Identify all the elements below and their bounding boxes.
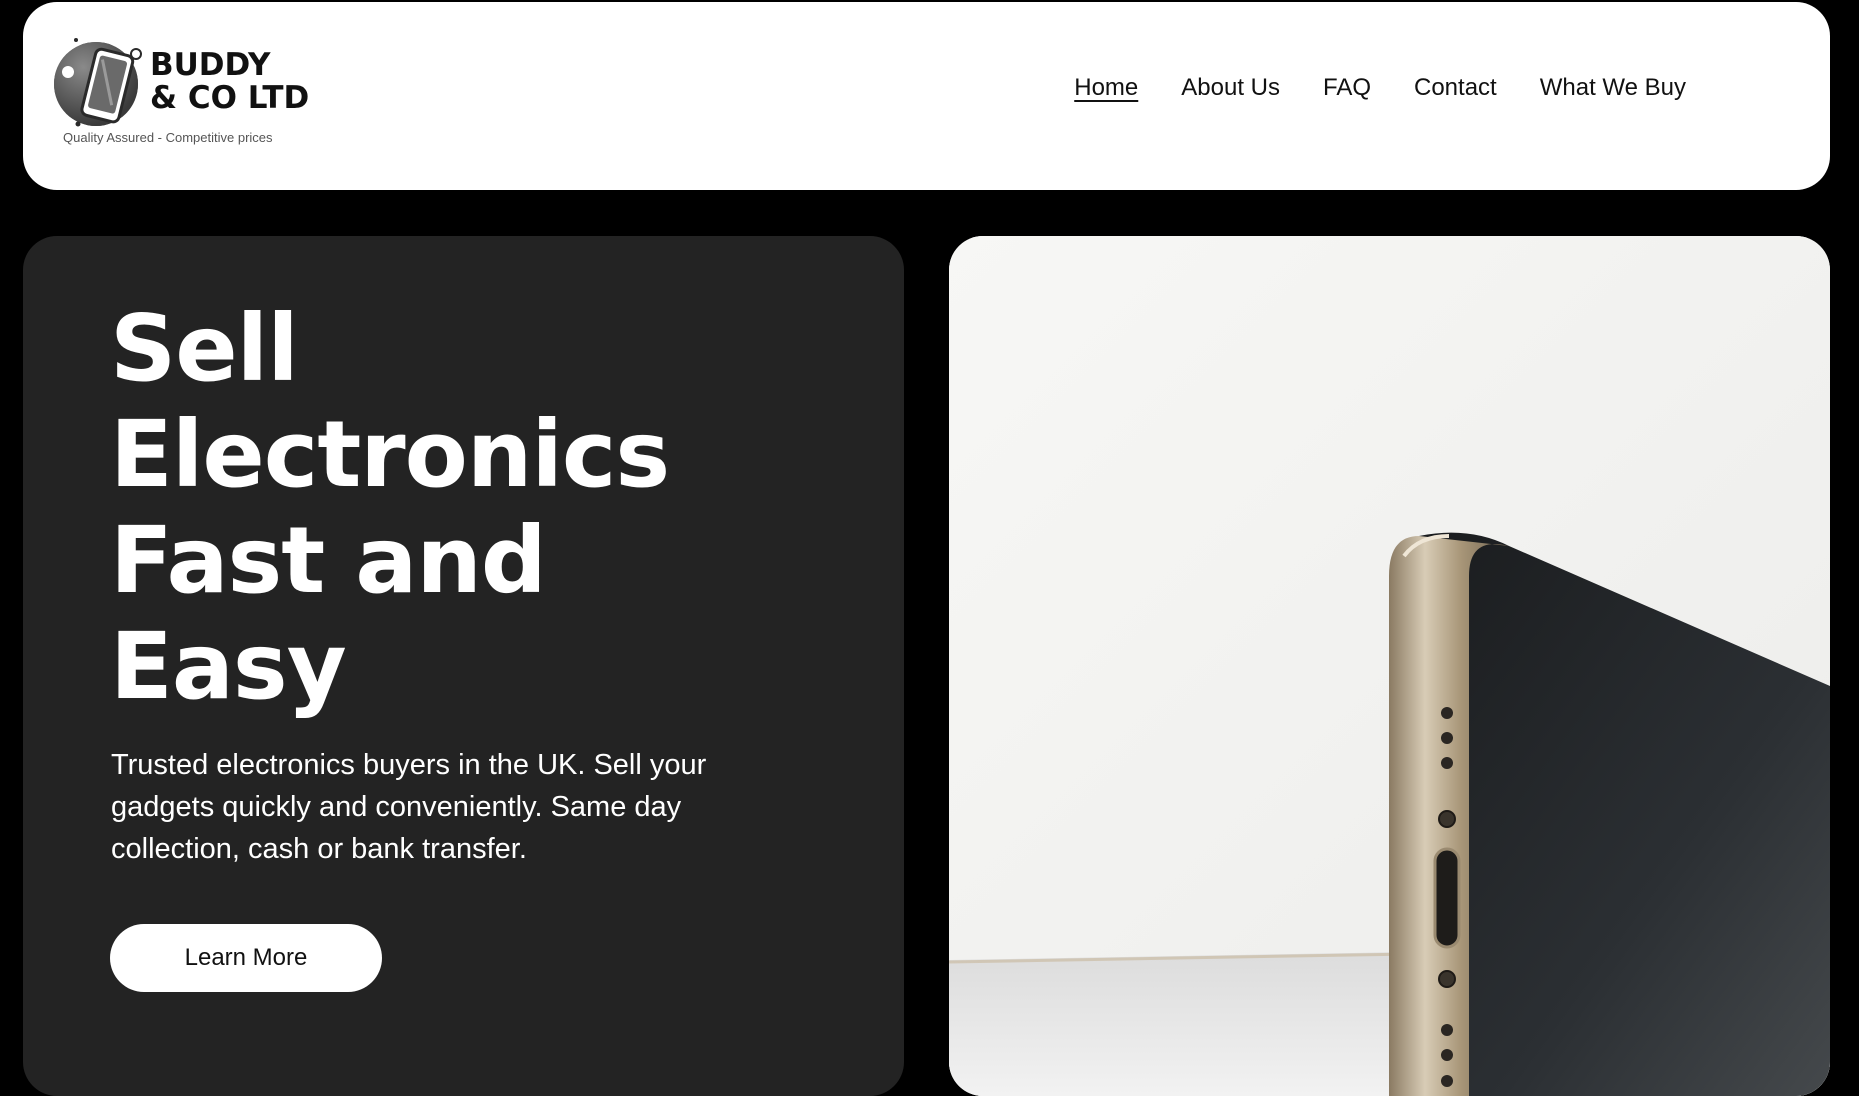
- hero-description: Trusted electronics buyers in the UK. Se…: [111, 749, 707, 865]
- hero-title-line: Easy: [110, 613, 347, 720]
- brand-name-line1: BUDDY: [150, 47, 271, 83]
- brand-name: BUDDY & CO LTD: [150, 49, 309, 115]
- hero-title: Sell Electronics Fast and Easy: [110, 296, 830, 720]
- hero-image: [949, 236, 1830, 1096]
- brand-tagline: Quality Assured - Competitive prices: [63, 130, 273, 145]
- site-header: BUDDY & CO LTD Quality Assured - Competi…: [23, 2, 1830, 190]
- nav-link-faq[interactable]: FAQ: [1323, 74, 1371, 102]
- brand-logo[interactable]: BUDDY & CO LTD Quality Assured - Competi…: [54, 32, 354, 152]
- main-nav: Home About Us FAQ Contact What We Buy: [1031, 74, 1686, 102]
- nav-link-contact[interactable]: Contact: [1414, 74, 1497, 102]
- hero-panel: Sell Electronics Fast and Easy Trusted e…: [23, 236, 904, 1096]
- smartphone-photo: [949, 236, 1830, 1096]
- hero-title-line: Sell: [110, 295, 299, 402]
- nav-link-about-us[interactable]: About Us: [1181, 74, 1280, 102]
- learn-more-button[interactable]: Learn More: [110, 924, 382, 992]
- brand-name-line2: & CO LTD: [150, 80, 310, 116]
- phone-logo-icon: [54, 38, 142, 127]
- hero-title-line: Electronics: [110, 401, 670, 508]
- nav-link-what-we-buy[interactable]: What We Buy: [1540, 74, 1686, 102]
- nav-link-home[interactable]: Home: [1074, 74, 1138, 102]
- hero-title-line: Fast and: [110, 507, 547, 614]
